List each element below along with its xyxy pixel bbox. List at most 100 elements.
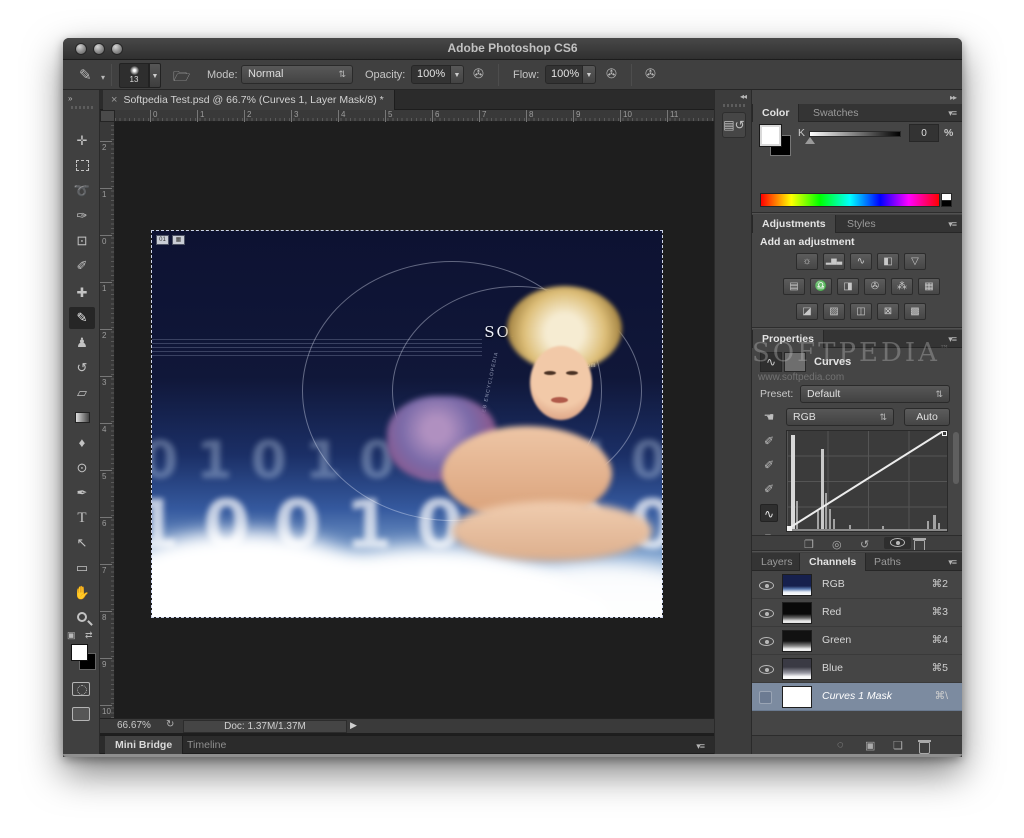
adjustment-hue-saturation-icon[interactable]: ▤ [783,278,805,295]
tool-dodge[interactable]: ⊙ [69,457,95,479]
adjustment-curves-icon[interactable]: ∿ [850,253,872,270]
edit-points-icon[interactable]: ∿ [760,504,778,522]
airbrush-icon[interactable]: ✇ [606,66,617,82]
mask-thumbnail[interactable] [782,686,812,708]
tool-quick-selection[interactable]: ✑ [69,205,95,227]
tool-gradient[interactable] [69,407,95,429]
adjustment-posterize-icon[interactable]: ▨ [823,303,845,320]
tool-healing-brush[interactable]: ✚ [69,282,95,304]
channel-row-red[interactable]: Red ⌘3 [752,599,962,627]
adjustment-gradient-map-icon[interactable]: ⊠ [877,303,899,320]
curve-point-shadow[interactable] [787,526,792,531]
swap-colors-icon[interactable]: ⇄ [85,630,92,641]
foreground-background-colors[interactable] [63,644,100,674]
panel-menu-icon[interactable]: ▾≡ [948,219,956,230]
title-bar[interactable]: Adobe Photoshop CS6 [63,38,962,60]
adjustment-channel-mixer-icon[interactable]: ⁂ [891,278,913,295]
flow-value[interactable]: 100% [545,65,583,84]
channel-row-green[interactable]: Green ⌘4 [752,627,962,655]
pressure-opacity-icon[interactable]: ✇ [473,66,484,82]
k-slider-thumb[interactable] [805,137,815,144]
curve-point-highlight[interactable] [942,431,947,436]
default-colors-icon[interactable]: ▣ [67,630,75,641]
channel-row-blue[interactable]: Blue ⌘5 [752,655,962,683]
color-spectrum-ramp[interactable] [760,193,940,207]
brush-preset-dropdown-arrow[interactable]: ▼ [149,63,161,88]
document-image[interactable]: 01 ▦ WEB ENCYCLOPEDIA SOFTPEDIA™ www.sof… [152,231,662,617]
channel-thumbnail[interactable] [782,658,812,680]
toggle-brush-panel-icon[interactable]: 🗁 [173,66,190,90]
curve-line[interactable] [787,430,948,530]
adjustment-vibrance-icon[interactable]: ▽ [904,253,926,270]
document-size-indicator[interactable]: Doc: 1.37M/1.37M [183,720,347,733]
new-channel-icon[interactable]: ❏ [893,739,903,752]
channel-row-rgb[interactable]: RGB ⌘2 [752,571,962,599]
collapse-toolbox-icon[interactable]: » [68,94,71,103]
tool-pen[interactable]: ✒ [69,482,95,504]
channel-thumbnail[interactable] [782,630,812,652]
black-point-eyedropper-icon[interactable]: ✐ [760,432,778,450]
ruler-corner[interactable] [100,110,115,122]
tool-eraser[interactable]: ▱ [69,382,95,404]
k-slider-track[interactable] [809,131,901,137]
channel-row-curves-mask-selected[interactable]: Curves 1 Mask ⌘\ [752,683,962,711]
quick-mask-mode-icon[interactable] [72,682,90,696]
brush-tool-icon[interactable]: ✎ [79,66,92,84]
tab-layers[interactable]: Layers [752,553,802,571]
adjustment-exposure-icon[interactable]: ◧ [877,253,899,270]
tool-zoom[interactable] [69,607,95,629]
gray-point-eyedropper-icon[interactable]: ✐ [760,456,778,474]
toolbox-grip[interactable] [71,106,93,109]
adjustment-brightness-contrast-icon[interactable]: ☼ [796,253,818,270]
k-value-field[interactable]: 0 [909,124,939,142]
eye-icon[interactable] [759,581,774,590]
history-panel-button[interactable]: ▤↺ [722,112,746,138]
adjustment-threshold-icon[interactable]: ◫ [850,303,872,320]
tab-mini-bridge[interactable]: Mini Bridge [105,736,183,754]
eye-icon[interactable] [759,665,774,674]
tool-rectangular-marquee[interactable] [69,155,95,177]
status-sync-icon[interactable]: ↻ [166,719,174,730]
tab-timeline[interactable]: Timeline [177,736,236,754]
canvas-pasteboard[interactable]: 01 ▦ WEB ENCYCLOPEDIA SOFTPEDIA™ www.sof… [115,122,714,718]
channel-thumbnail[interactable] [782,574,812,596]
tab-properties[interactable]: Properties [752,330,824,348]
adjustment-photo-filter-icon[interactable]: ✇ [864,278,886,295]
tool-lasso[interactable]: ➰ [69,180,95,202]
tab-swatches[interactable]: Swatches [804,104,868,122]
dock-grip[interactable] [723,104,745,107]
tab-styles[interactable]: Styles [838,215,885,233]
adjustment-selective-color-icon[interactable]: ▩ [904,303,926,320]
adjustment-black-white-icon[interactable]: ◨ [837,278,859,295]
vertical-ruler[interactable]: 2 1 0 1 2 3 4 5 6 7 8 9 10 [100,122,115,718]
visibility-checkbox[interactable] [759,691,772,704]
panel-menu-icon[interactable]: ▾≡ [948,108,956,119]
tool-eyedropper[interactable]: ✐ [69,255,95,277]
horizontal-ruler[interactable]: 0 1 2 3 4 5 6 7 8 9 10 11 [115,110,714,122]
channel-thumbnail[interactable] [782,602,812,624]
save-selection-icon[interactable]: ▣ [865,739,875,752]
panel-menu-icon[interactable]: ▾≡ [948,557,956,568]
tool-rectangle[interactable]: ▭ [69,557,95,579]
targeted-adjustment-icon[interactable]: ☚ [760,408,778,426]
color-foreground-swatch[interactable] [760,125,781,146]
curves-graph[interactable] [786,430,948,532]
blend-mode-select[interactable]: Normal⇅ [241,65,353,84]
delete-channel-icon[interactable] [919,742,930,754]
eye-icon[interactable] [759,637,774,646]
tool-move[interactable]: ✛ [69,130,95,152]
tab-color[interactable]: Color [752,104,799,122]
zoom-level[interactable]: 66.67% [117,720,151,731]
channel-select[interactable]: RGB⇅ [786,408,894,426]
adjustment-color-lookup-icon[interactable]: ▦ [918,278,940,295]
tool-crop[interactable]: ⊡ [69,230,95,252]
document-tab[interactable]: ×Softpedia Test.psd @ 66.7% (Curves 1, L… [103,90,395,110]
auto-button[interactable]: Auto [904,408,950,426]
flow-dropdown-arrow[interactable]: ▼ [583,65,596,84]
brush-preset-picker[interactable]: 13 [119,63,149,88]
close-tab-icon[interactable]: × [111,94,117,106]
white-point-eyedropper-icon[interactable]: ✐ [760,480,778,498]
pressure-size-icon[interactable]: ✇ [645,66,656,82]
properties-scrollbar[interactable] [953,432,959,484]
opacity-value[interactable]: 100% [411,65,451,84]
